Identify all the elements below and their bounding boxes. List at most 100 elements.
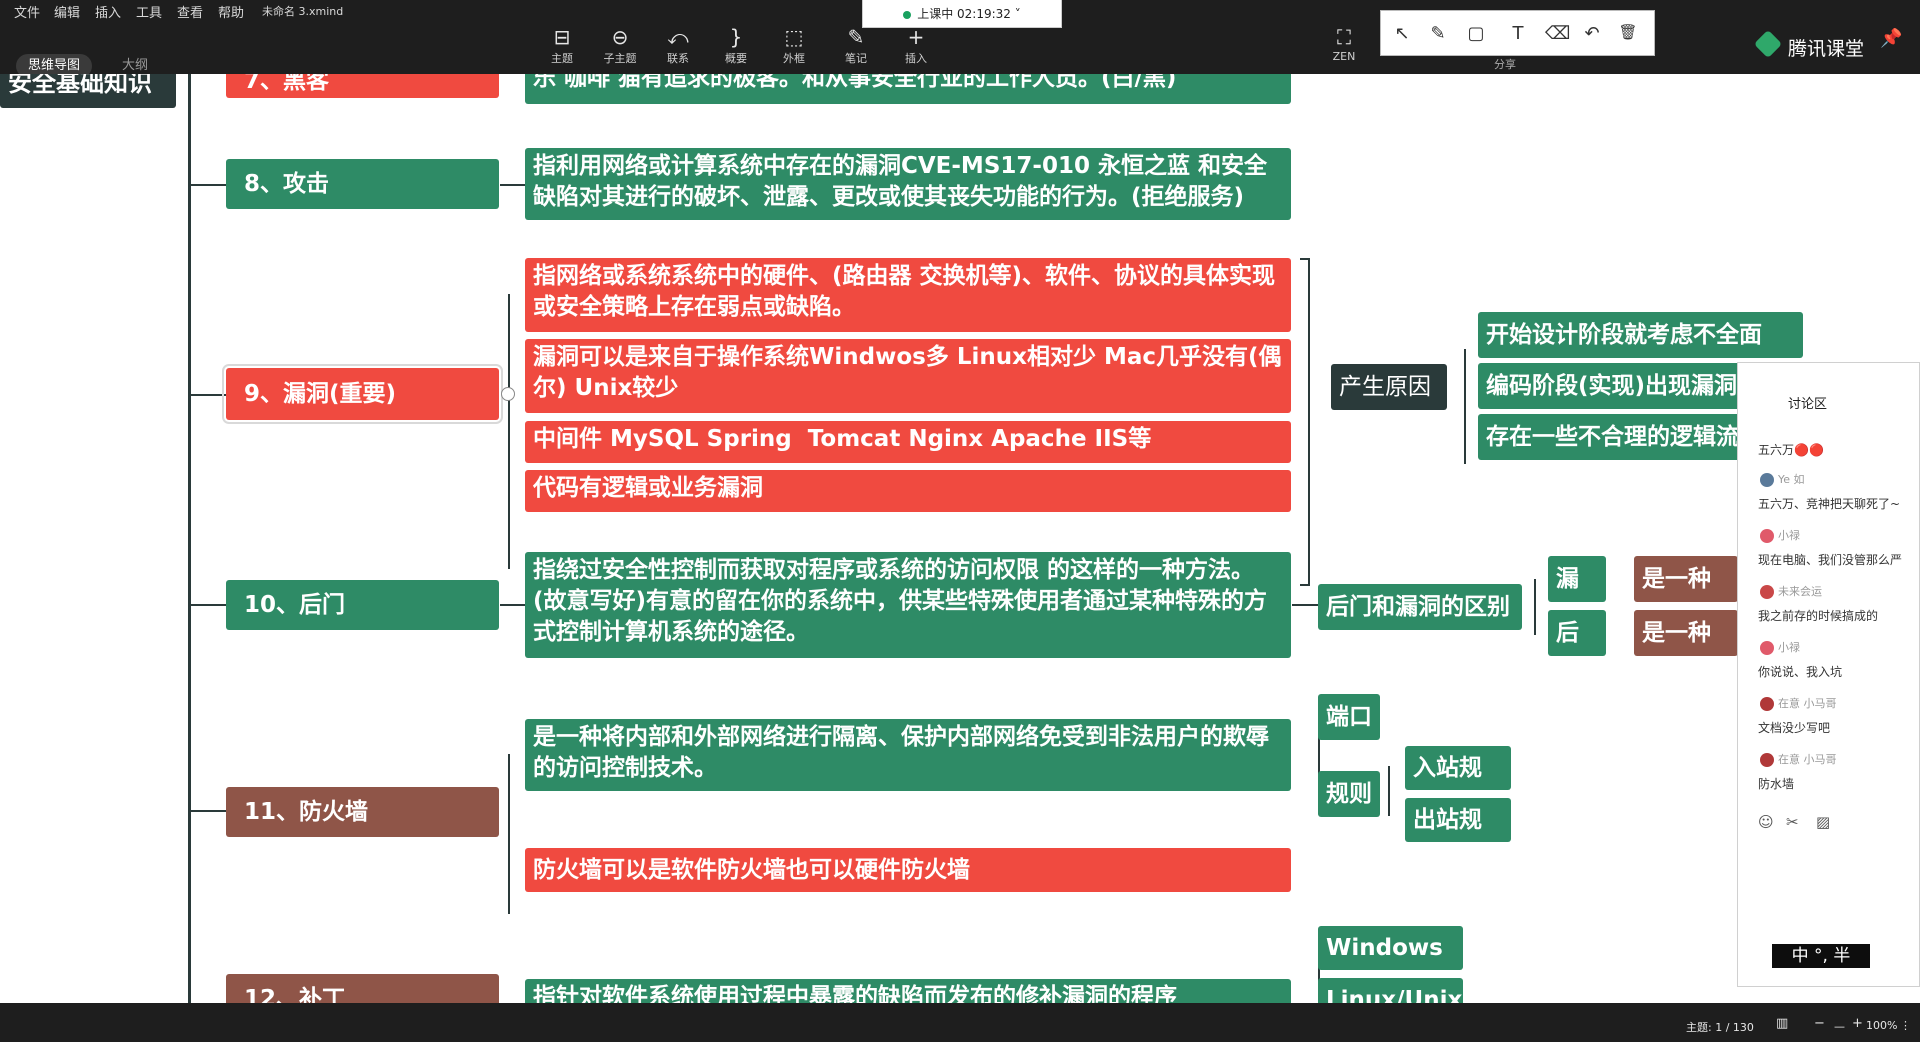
firewall-port[interactable]: 端口	[1318, 694, 1380, 740]
comment-text: 五六万🔴🔴	[1758, 443, 1824, 457]
tool-topic[interactable]: ⊟ 主题	[538, 24, 586, 66]
topic-8[interactable]: 8、攻击	[226, 159, 499, 209]
tool-subtopic[interactable]: ⊖ 子主题	[596, 24, 644, 66]
eraser-icon[interactable]: ⌫	[1545, 23, 1570, 44]
brand-name: 腾讯课堂	[1788, 38, 1865, 60]
undo-icon[interactable]: ↶	[1581, 23, 1603, 44]
topic-11-description[interactable]: 是一种将内部和外部网络进行隔离、保护内部网络免受到非法用户的欺辱的访问控制技术。	[525, 719, 1291, 791]
topic-11[interactable]: 11、防火墙	[226, 787, 499, 837]
topic-10-description[interactable]: 指绕过安全性控制而获取对程序或系统的访问权限 的这样的一种方法。(故意写好)有意…	[525, 552, 1291, 658]
topic-9-item[interactable]: 漏洞可以是来自于操作系统Windwos多 Linux相对少 Mac几乎没有(偶尔…	[525, 339, 1291, 413]
pin-icon[interactable]: 📌	[1880, 28, 1902, 49]
compare-backdoor-desc[interactable]: 是一种有	[1634, 610, 1738, 656]
topic-counter: 主题: 1 / 130	[1686, 1021, 1754, 1034]
menu-edit[interactable]: 编辑	[54, 2, 80, 21]
comment-author: 小禄	[1760, 527, 1800, 543]
topic-8-description[interactable]: 指利用网络或计算系统中存在的漏洞CVE-MS17-010 永恒之蓝 和安全缺陷对…	[525, 148, 1291, 220]
menu-file[interactable]: 文件	[14, 2, 40, 21]
avatar	[1760, 753, 1774, 767]
tool-insert[interactable]: + 插入	[892, 24, 940, 66]
topic-12[interactable]: 12、补丁	[226, 974, 499, 1003]
avatar	[1760, 697, 1774, 711]
emoji-icon[interactable]: ☺	[1758, 813, 1774, 831]
summary-brace	[1300, 258, 1310, 586]
zoom-out-icon[interactable]: −	[1814, 1016, 1825, 1031]
bracket-diff	[1534, 579, 1536, 635]
topic-7-description[interactable]: 乐 咖啡 猫有追求的极客。和从事安全行业的工作人员。(白/黑)	[525, 74, 1291, 104]
bracket-9	[508, 294, 510, 569]
comment-text: 现在电脑、我们没管那么严	[1758, 553, 1903, 567]
compare-backdoor[interactable]: 后门	[1548, 610, 1606, 686]
clear-icon[interactable]: 🗑	[1617, 23, 1639, 41]
comment-author: 小禄	[1760, 639, 1800, 655]
comment-text: 五六万、竞神把天聊死了~	[1758, 497, 1901, 511]
comment-text: 你说说、我入坑	[1758, 665, 1843, 679]
rectangle-icon[interactable]: ▢	[1465, 23, 1487, 44]
collapse-toggle[interactable]	[501, 387, 515, 401]
firewall-rules[interactable]: 规则	[1318, 771, 1380, 817]
comment-author: 未来会运	[1760, 583, 1822, 599]
document-title: 未命名 3.xmind	[262, 5, 344, 18]
menu-view[interactable]: 查看	[177, 2, 203, 21]
subtopic-icon: ⊖	[611, 25, 629, 49]
menu-help[interactable]: 帮助	[218, 2, 244, 21]
root-topic[interactable]: 安全基础知识	[0, 74, 176, 108]
tool-zen[interactable]: ⛶ ZEN	[1320, 24, 1368, 63]
bracket-causes	[1464, 349, 1466, 464]
comment-author: 在意 小马哥	[1760, 695, 1837, 711]
firewall-type[interactable]: 防火墙可以是软件防火墙也可以硬件防火墙	[525, 848, 1291, 892]
comment-text: 防水墙	[1758, 777, 1795, 791]
cause-summary[interactable]: 产生原因	[1331, 364, 1447, 410]
book-icon[interactable]: ▥	[1776, 1016, 1788, 1031]
comment-text: 我之前存的时候搞成的	[1758, 609, 1879, 623]
scissors-icon[interactable]: ✂	[1786, 813, 1799, 831]
boundary-icon: ⬚	[784, 25, 804, 49]
topic-12-description[interactable]: 指针对软件系统使用过程中暴露的缺陷而发布的修补漏洞的程序	[525, 979, 1291, 1003]
connector-10	[188, 604, 226, 606]
ime-indicator[interactable]: 中 °, 半	[1772, 944, 1870, 968]
menu-insert[interactable]: 插入	[95, 2, 121, 21]
topic-10[interactable]: 10、后门	[226, 580, 499, 630]
outbound-rules[interactable]: 出站规则	[1405, 798, 1511, 871]
topic-9-item[interactable]: 指网络或系统系统中的硬件、(路由器 交换机等)、软件、协议的具体实现或安全策略上…	[525, 258, 1291, 332]
text-tool-icon[interactable]: T	[1507, 23, 1529, 44]
pointer-icon[interactable]: ↖	[1391, 23, 1413, 44]
avatar	[1760, 529, 1774, 543]
zoom-slider[interactable]: —	[1834, 1020, 1845, 1033]
relationship-icon: ⤺	[667, 25, 689, 49]
class-timer-text: 上课中 02:19:32	[917, 7, 1011, 21]
comment-author: 在意 小马哥	[1760, 751, 1837, 767]
avatar	[1760, 641, 1774, 655]
zoom-in-icon[interactable]: +	[1852, 1016, 1863, 1031]
discussion-title: 讨论区	[1788, 397, 1828, 412]
tool-note[interactable]: ✎ 笔记	[832, 24, 880, 66]
bracket-rules	[1388, 766, 1390, 816]
class-timer[interactable]: 上课中 02:19:32 ˅	[862, 0, 1062, 28]
tool-summary[interactable]: } 概要	[712, 24, 760, 66]
more-icon[interactable]: ⋮	[1900, 1019, 1911, 1032]
pen-icon[interactable]: ✎	[1427, 23, 1449, 44]
mindmap-canvas[interactable]: 安全基础知识 7、黑客 乐 咖啡 猫有追求的极客。和从事安全行业的工作人员。(白…	[0, 74, 1920, 1003]
cause-item[interactable]: 开始设计阶段就考虑不全面	[1478, 312, 1803, 358]
status-bar: 主题: 1 / 130 ▥ − — + 100% ⋮	[0, 1003, 1920, 1042]
inbound-rules[interactable]: 入站规则	[1405, 746, 1511, 819]
compare-vulnerability[interactable]: 漏洞	[1548, 556, 1606, 632]
image-icon[interactable]: ▨	[1816, 813, 1830, 831]
topic-9[interactable]: 9、漏洞(重要)	[222, 364, 503, 424]
share-label[interactable]: 分享	[1494, 56, 1516, 72]
compare-vulnerability-desc[interactable]: 是一种无	[1634, 556, 1738, 602]
discussion-panel: 讨论区 五六万🔴🔴 Ye 如 五六万、竞神把天聊死了~ 小禄 现在电脑、我们没管…	[1737, 362, 1920, 987]
tool-boundary[interactable]: ⬚ 外框	[770, 24, 818, 66]
connector-10-desc	[500, 604, 525, 606]
backdoor-vs-vulnerability[interactable]: 后门和漏洞的区别	[1318, 584, 1522, 630]
connector-9	[188, 394, 226, 396]
patch-windows[interactable]: Windows	[1318, 926, 1463, 970]
topic-9-item[interactable]: 中间件 MySQL Spring Tomcat Nginx Apache IIS…	[525, 421, 1291, 463]
topic-9-item[interactable]: 代码有逻辑或业务漏洞	[525, 470, 1291, 512]
menu-tools[interactable]: 工具	[136, 2, 162, 21]
patch-linux-unix[interactable]: Linux/Unix	[1318, 978, 1463, 1003]
tool-relationship[interactable]: ⤺ 联系	[654, 24, 702, 66]
tencent-classroom-logo-icon	[1753, 29, 1783, 59]
topic-7[interactable]: 7、黑客	[226, 74, 499, 98]
live-dot-icon	[903, 10, 912, 19]
